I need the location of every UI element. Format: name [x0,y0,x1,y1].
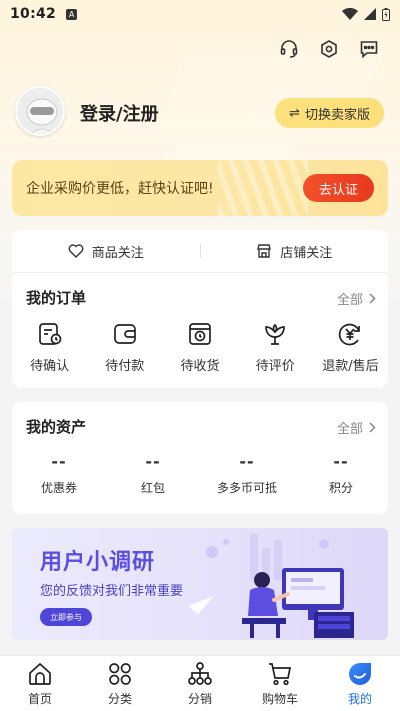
wallet-icon [113,324,136,344]
status-time: 10:42 [10,6,57,22]
follow-card: 商品关注 店铺关注 [12,230,388,272]
orders-all-label: 全部 [336,293,363,308]
distribution-icon [188,661,212,685]
tab-label: 我的 [347,691,372,706]
goods-follow-label: 商品关注 [91,245,144,261]
assets-all-label: 全部 [336,422,363,437]
assets-all-link[interactable]: 全部 [337,418,376,437]
login-register-link[interactable]: 登录/注册 [80,100,159,126]
pending-confirm-icon [38,323,61,345]
survey-subtitle: 您的反馈对我们非常重要 [40,584,184,599]
heart-icon [68,244,84,258]
asset-points[interactable]: -- 积分 [294,452,388,496]
home-icon [29,662,51,685]
tab-mine[interactable]: 我的 [320,656,400,711]
cart-icon [269,662,292,685]
order-label: 待确认 [30,359,70,374]
sim-icon: A [66,8,78,20]
tab-label: 分类 [107,691,132,706]
assets-title: 我的资产 [26,418,87,436]
asset-label: 红包 [140,481,165,495]
enterprise-banner-text: 企业采购价更低，赶快认证吧! [26,181,214,197]
shop-icon [257,244,272,258]
order-label: 待付款 [105,359,145,374]
status-bar: 10:42 A [0,0,400,28]
tab-category[interactable]: 分类 [80,656,160,711]
asset-value: -- [145,452,161,471]
asset-red-packets[interactable]: -- 红包 [106,452,200,496]
user-survey-banner[interactable]: 用户小调研 您的反馈对我们非常重要 立即参与 [12,528,388,640]
goods-follow-button[interactable]: 商品关注 [12,242,200,261]
asset-coupons[interactable]: -- 优惠券 [12,452,106,496]
asset-value: -- [51,452,67,471]
tab-cart[interactable]: 购物车 [240,656,320,711]
asset-value: -- [239,452,255,471]
switch-seller-label: 切换卖家版 [304,107,370,123]
order-pending-receipt[interactable]: 待收货 [162,321,237,374]
order-status-row: 待确认 待付款 待收货 待评价 退款/售后 [12,321,388,374]
verify-button[interactable]: 去认证 [302,174,374,202]
asset-label: 多多币可抵 [216,481,277,495]
profile-icon [349,662,371,685]
tab-home[interactable]: 首页 [0,656,80,711]
headset-icon[interactable] [278,38,300,60]
tab-distribution[interactable]: 分销 [160,656,240,711]
asset-value: -- [333,452,349,471]
message-icon[interactable] [358,38,380,60]
order-pending-confirm[interactable]: 待确认 [12,321,87,374]
shop-follow-button[interactable]: 店铺关注 [201,242,389,261]
orders-card: 我的订单 全部 待确认 待付款 待收货 待评价 退款/售后 [12,272,388,388]
tab-label: 首页 [27,691,52,706]
asset-label: 优惠券 [40,481,77,495]
decorative-stripes [218,160,308,216]
header-actions [278,38,380,60]
refund-yen-icon [339,323,361,346]
category-icon [109,662,131,685]
orders-title: 我的订单 [26,289,87,307]
signal-icon [364,8,376,20]
order-label: 待收货 [180,359,220,374]
swap-icon: ⇌ [289,105,300,121]
order-pending-payment[interactable]: 待付款 [87,321,162,374]
survey-join-button[interactable]: 立即参与 [40,608,92,626]
assets-card: 我的资产 全部 -- 优惠券 -- 红包 -- 多多币可抵 -- 积分 [12,402,388,514]
shop-follow-label: 店铺关注 [280,245,333,261]
switch-seller-button[interactable]: ⇌ 切换卖家版 [275,98,384,128]
settings-icon[interactable] [318,38,340,60]
order-pending-review[interactable]: 待评价 [238,321,313,374]
chevron-right-icon [369,422,376,433]
status-indicators [342,7,390,21]
tab-label: 分销 [187,691,212,706]
flower-review-icon [265,323,286,345]
asset-label: 积分 [328,481,353,495]
orders-all-link[interactable]: 全部 [337,289,376,308]
asset-row: -- 优惠券 -- 红包 -- 多多币可抵 -- 积分 [12,452,388,496]
order-label: 退款/售后 [322,359,379,374]
order-label: 待评价 [255,359,295,374]
delivery-box-icon [189,323,211,345]
survey-title: 用户小调研 [40,550,156,575]
bottom-tab-bar: 首页 分类 分销 购物车 我的 [0,655,400,711]
avatar[interactable] [15,86,65,136]
order-refund-aftersale[interactable]: 退款/售后 [313,321,388,374]
asset-coins[interactable]: -- 多多币可抵 [200,452,294,496]
wifi-icon [342,8,358,20]
battery-icon [382,7,390,21]
enterprise-verify-banner: 企业采购价更低，赶快认证吧! 去认证 [12,160,388,216]
chevron-right-icon [369,293,376,304]
tab-label: 购物车 [261,691,298,706]
